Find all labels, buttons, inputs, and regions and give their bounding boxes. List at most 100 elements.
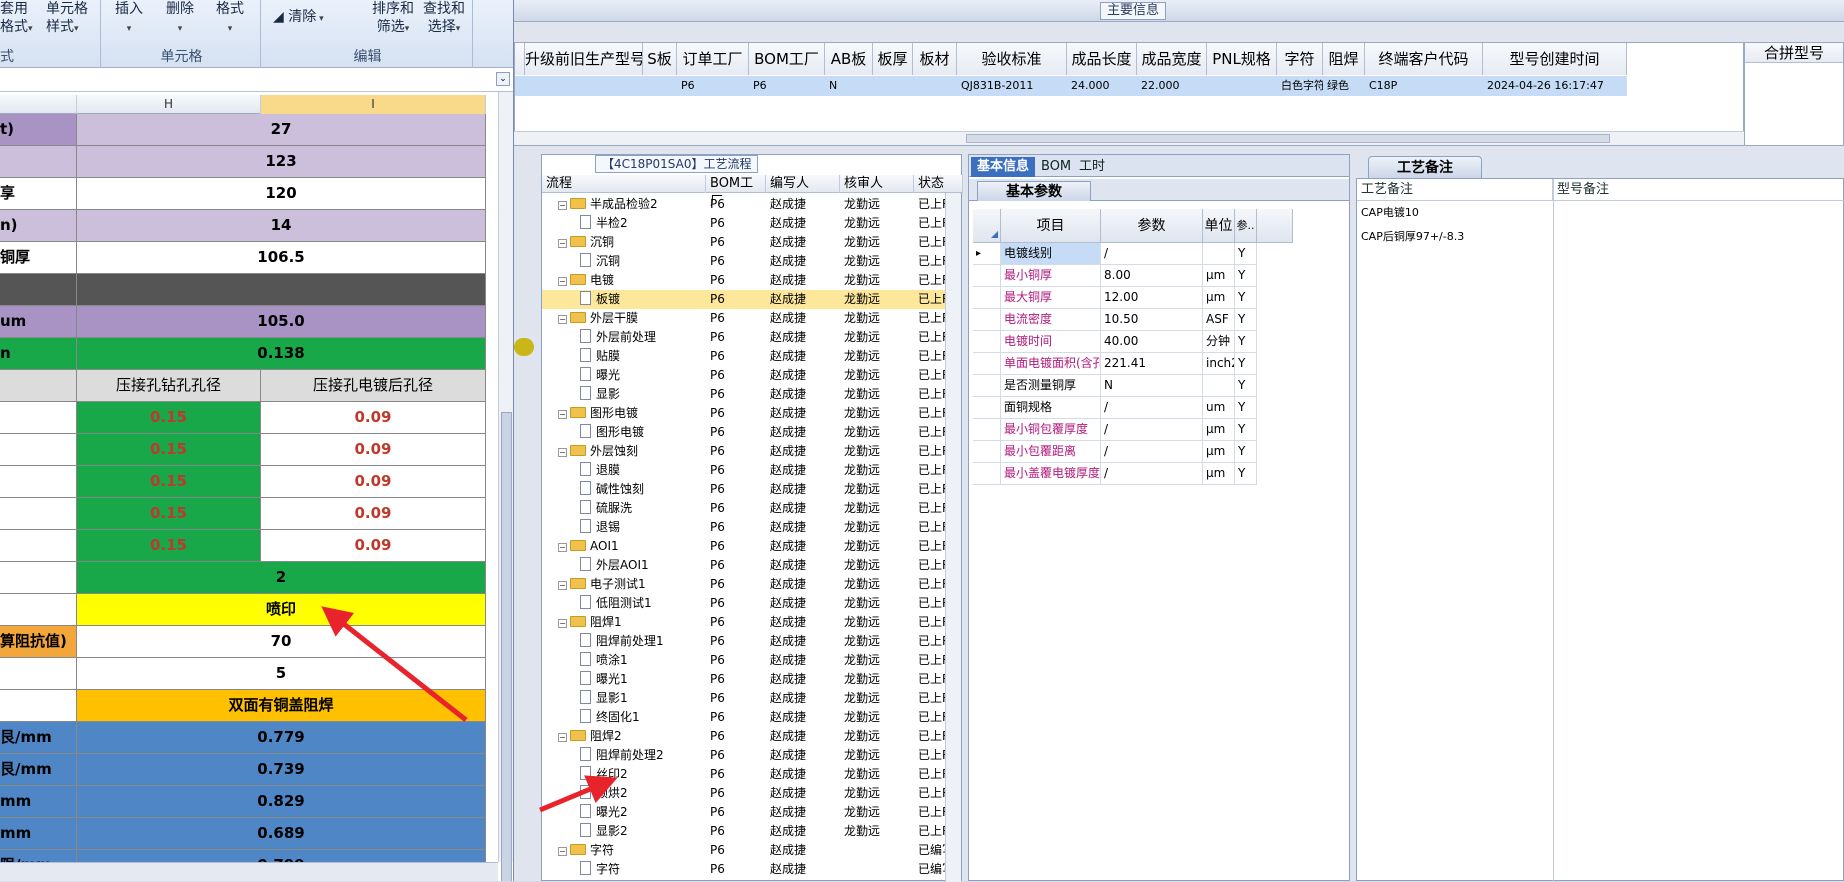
unit-col-header[interactable]: 单位 <box>1203 209 1235 243</box>
flow-tree-row[interactable]: 退锡 P6 赵成捷 龙勤远 已上R <box>542 518 950 537</box>
collapse-toggle-icon[interactable]: − <box>558 201 567 210</box>
param-row[interactable]: 最小铜包覆厚度 / μm Y <box>973 419 1347 441</box>
cell-label[interactable]: 艮/mm <box>0 754 77 786</box>
cell-label[interactable]: 享 <box>0 178 77 210</box>
param-value[interactable]: 40.00 <box>1101 331 1203 353</box>
param-row[interactable]: 是否测量铜厚 N Y <box>973 375 1347 397</box>
collapse-toggle-icon[interactable]: − <box>558 410 567 419</box>
writer-col-header[interactable]: 编写人 <box>766 175 840 193</box>
status-col-header[interactable]: 状态 <box>914 175 963 193</box>
cell-value[interactable]: 5 <box>77 658 486 690</box>
flow-tree-row[interactable]: − 外层干膜 P6 赵成捷 龙勤远 已上R <box>542 309 950 328</box>
sheet-vertical-scrollbar[interactable] <box>498 92 513 881</box>
flow-tree-row[interactable]: 图形电镀 P6 赵成捷 龙勤远 已上R <box>542 423 950 442</box>
drill-hole-value[interactable]: 0.15 <box>77 434 261 466</box>
cell-label[interactable] <box>0 434 77 466</box>
param-row[interactable]: 最小盖覆电镀厚度 / μm Y <box>973 463 1347 485</box>
plated-hole-value[interactable]: 0.09 <box>261 466 486 498</box>
main-cell[interactable]: QJ831B-2011 <box>957 76 1067 96</box>
main-col-header[interactable]: 板材 <box>913 43 957 75</box>
param-row[interactable]: 最大铜厚 12.00 μm Y <box>973 287 1347 309</box>
param-value[interactable]: 221.41 <box>1101 353 1203 375</box>
param-row[interactable]: 电镀时间 40.00 分钟 Y <box>973 331 1347 353</box>
cell-value[interactable]: 0.779 <box>77 722 486 754</box>
cell-value[interactable]: 2 <box>77 562 486 594</box>
column-header-i[interactable]: I <box>261 95 486 114</box>
process-remark-line-2[interactable]: CAP后铜厚97+/-8.3 <box>1361 229 1464 245</box>
cell-value[interactable]: 106.5 <box>77 242 486 274</box>
flow-tree-row[interactable]: 曝光 P6 赵成捷 龙勤远 已上R <box>542 366 950 385</box>
drill-hole-value[interactable]: 0.15 <box>77 498 261 530</box>
flow-tree-row[interactable]: − 字符 P6 赵成捷 已编写 <box>542 841 954 860</box>
main-col-header[interactable]: 升级前旧生产型号 <box>525 43 643 75</box>
main-col-header[interactable]: 字符 <box>1277 43 1323 75</box>
param-value[interactable]: / <box>1101 243 1203 265</box>
format-button[interactable]: 格式 ▾ <box>216 0 244 38</box>
bom-col-header[interactable]: BOM工厂 <box>706 175 766 209</box>
column-header-g[interactable] <box>0 95 77 114</box>
param-value[interactable]: / <box>1101 441 1203 463</box>
main-cell[interactable] <box>525 76 643 96</box>
main-cell[interactable]: 2024-04-26 16:17:47 <box>1483 76 1627 96</box>
clear-button[interactable]: ◢ 清除 ▾ <box>273 8 324 28</box>
main-cell[interactable]: P6 <box>677 76 749 96</box>
cell-label[interactable]: um <box>0 306 77 338</box>
flow-tree-row[interactable]: 终固化1 P6 赵成捷 龙勤远 已上R <box>542 708 950 727</box>
collapse-toggle-icon[interactable]: − <box>558 733 567 742</box>
sheet-horizontal-scrollbar[interactable] <box>0 862 498 881</box>
flow-tree-row[interactable]: − 电镀 P6 赵成捷 龙勤远 已上R <box>542 271 950 290</box>
flow-tree-row[interactable]: 外层前处理 P6 赵成捷 龙勤远 已上R <box>542 328 950 347</box>
flow-tree-row[interactable]: 低阻测试1 P6 赵成捷 龙勤远 已上R <box>542 594 950 613</box>
cell-label[interactable] <box>0 498 77 530</box>
param-row[interactable]: 电流密度 10.50 ASF Y <box>973 309 1347 331</box>
flow-tree-row[interactable]: − AOI1 P6 赵成捷 龙勤远 已上R <box>542 537 950 556</box>
tab-basic-params[interactable]: 基本参数 <box>977 181 1091 201</box>
cell-value[interactable]: 123 <box>77 146 486 178</box>
collapse-toggle-icon[interactable]: − <box>558 277 567 286</box>
main-col-header[interactable]: BOM工厂 <box>749 43 825 75</box>
cell-value[interactable]: 喷印 <box>77 594 486 626</box>
param-row[interactable]: 最小包覆距离 / μm Y <box>973 441 1347 463</box>
main-cell[interactable]: P6 <box>749 76 825 96</box>
process-remark-line-1[interactable]: CAP电镀10 <box>1361 205 1419 221</box>
cell-value[interactable]: 120 <box>77 178 486 210</box>
cell-value[interactable]: 0.829 <box>77 786 486 818</box>
cell-value[interactable]: 27 <box>77 114 486 146</box>
flow-tree-row[interactable]: 沉铜 P6 赵成捷 龙勤远 已上R <box>542 252 950 271</box>
plated-hole-value[interactable]: 0.09 <box>261 530 486 562</box>
process-flow-tab[interactable]: 【4C18P01SA0】工艺流程 <box>595 155 759 173</box>
cell-label[interactable] <box>0 562 77 594</box>
main-col-header[interactable]: 型号创建时间 <box>1483 43 1627 75</box>
table-horizontal-scrollbar[interactable] <box>514 131 1744 145</box>
cell-label[interactable]: n <box>0 338 77 370</box>
main-cell[interactable]: 22.000 <box>1137 76 1207 96</box>
param-row[interactable]: 单面电镀面积(含孔)221.41inch2Y <box>973 353 1347 375</box>
delete-button[interactable]: 删除 ▾ <box>166 0 194 38</box>
flow-col-header[interactable]: 流程 <box>542 175 706 193</box>
param-value[interactable]: 10.50 <box>1101 309 1203 331</box>
main-col-header[interactable]: PNL规格 <box>1207 43 1277 75</box>
collapse-toggle-icon[interactable]: − <box>558 847 567 856</box>
param-row[interactable]: 最小铜厚 8.00 μm Y <box>973 265 1347 287</box>
flow-tree-row[interactable]: 喷涂1 P6 赵成捷 龙勤远 已上R <box>542 651 950 670</box>
cell-label[interactable]: 铜厚 <box>0 242 77 274</box>
cell-value[interactable]: 0.689 <box>77 818 486 850</box>
collapse-toggle-icon[interactable]: − <box>558 543 567 552</box>
ref-col-header[interactable]: 参.. <box>1235 209 1257 243</box>
cell-label[interactable]: 艮/mm <box>0 722 77 754</box>
main-col-header[interactable]: AB板 <box>825 43 873 75</box>
flow-tree-row[interactable]: − 图形电镀 P6 赵成捷 龙勤远 已上R <box>542 404 950 423</box>
cell-label[interactable]: mm <box>0 786 77 818</box>
main-cell[interactable] <box>873 76 913 96</box>
flow-tree-row[interactable]: 显影2 P6 赵成捷 龙勤远 已上R <box>542 822 950 841</box>
flow-tree-row[interactable]: − 阻焊1 P6 赵成捷 龙勤远 已上R <box>542 613 950 632</box>
param-col-header[interactable]: 参数 <box>1101 209 1203 243</box>
cell-value[interactable]: 0.739 <box>77 754 486 786</box>
cell-value[interactable]: 105.0 <box>77 306 486 338</box>
param-value[interactable]: 8.00 <box>1101 265 1203 287</box>
flow-tree-row[interactable]: 硫脲洗 P6 赵成捷 龙勤远 已上R <box>542 499 950 518</box>
flow-tree-row[interactable]: 阻焊前处理2 P6 赵成捷 龙勤远 已上R <box>542 746 950 765</box>
flow-tree-row[interactable]: − 外层蚀刻 P6 赵成捷 龙勤远 已上R <box>542 442 950 461</box>
param-value[interactable]: / <box>1101 397 1203 419</box>
item-col-header[interactable]: 项目 <box>1001 209 1101 243</box>
